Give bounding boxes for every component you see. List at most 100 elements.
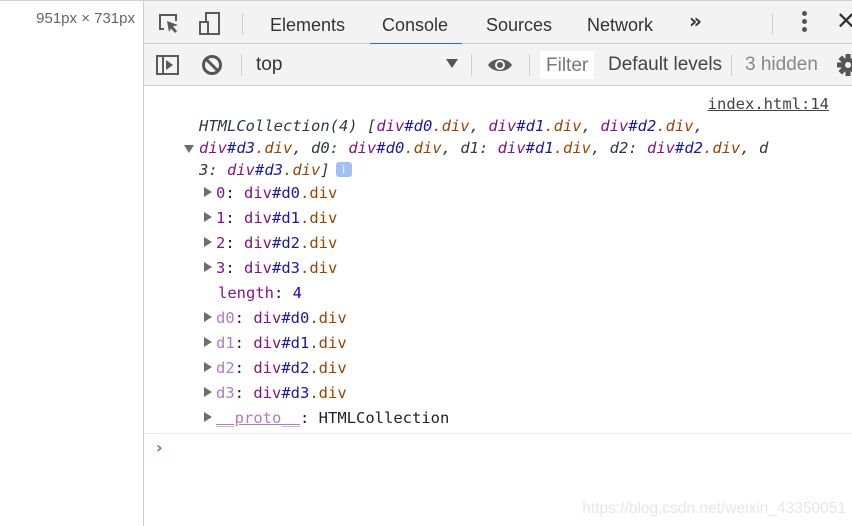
node-class: .div [309, 359, 347, 377]
node-class: .div [300, 234, 338, 252]
summary-tag: div [348, 139, 377, 157]
summary-tag: div [199, 139, 227, 157]
log-summary-line[interactable]: 3: div#d3.div] i [199, 159, 352, 181]
close-icon[interactable]: ✕ [836, 7, 852, 35]
summary-id: #d3 [255, 161, 283, 179]
collection-label: HTMLCollection(4) [ [199, 117, 377, 135]
tree-item[interactable]: 0: div#d0.div [204, 182, 337, 204]
tree-item[interactable]: 2: div#d2.div [204, 232, 337, 254]
tree-item[interactable]: d1: div#d1.div [204, 332, 347, 354]
proto-value: HTMLCollection [318, 409, 450, 427]
node-id: #d0 [272, 184, 301, 202]
clear-console-icon[interactable] [200, 53, 226, 79]
summary-tag: div [376, 117, 405, 135]
tab-network[interactable]: Network [587, 1, 653, 44]
node-tag: div [253, 359, 282, 377]
message-divider [144, 433, 852, 434]
tab-sources[interactable]: Sources [486, 1, 552, 44]
tab-elements[interactable]: Elements [270, 1, 345, 44]
property-key: 1 [216, 209, 226, 227]
log-summary-line[interactable]: HTMLCollection(4) [div#d0.div, div#d1.di… [199, 115, 703, 137]
toolbar-divider [731, 54, 732, 76]
toolbar-divider [772, 13, 773, 35]
hidden-count: 3 hidden [745, 54, 818, 75]
tree-item[interactable]: 1: div#d1.div [204, 207, 337, 229]
expand-triangle-icon[interactable] [204, 312, 212, 322]
info-icon[interactable]: i [335, 162, 352, 177]
property-key: d0 [216, 309, 235, 327]
node-tag: div [253, 384, 282, 402]
devtools-tabbar: Elements Console Sources Network » ✕ [144, 0, 852, 45]
sidebar-toggle-icon[interactable] [155, 53, 181, 79]
expand-triangle-icon[interactable] [204, 387, 212, 397]
summary-id: #d0 [376, 139, 405, 157]
property-key: d3 [216, 384, 235, 402]
property-key: 2 [216, 234, 226, 252]
tree-item-length: length: 4 [218, 284, 303, 302]
chevron-down-icon[interactable] [446, 59, 458, 68]
summary-class: .div [544, 117, 582, 135]
summary-class: .div [404, 139, 442, 157]
collapse-triangle-icon[interactable] [184, 145, 194, 153]
tree-item[interactable]: d3: div#d3.div [204, 382, 347, 404]
context-select[interactable]: top [256, 54, 282, 76]
expand-triangle-icon[interactable] [204, 362, 212, 372]
summary-id: #d0 [404, 117, 433, 135]
summary-class: .div [553, 139, 591, 157]
node-class: .div [309, 384, 347, 402]
source-link[interactable]: index.html:14 [708, 95, 829, 113]
node-id: #d2 [272, 234, 301, 252]
toolbar-divider [241, 54, 242, 76]
devtools-panel: Elements Console Sources Network » ✕ top… [143, 0, 852, 526]
console-output: index.html:14 HTMLCollection(4) [div#d0.… [144, 86, 852, 526]
node-id: #d1 [281, 334, 310, 352]
summary-class: .div [656, 117, 694, 135]
node-id: #d2 [281, 359, 310, 377]
expand-triangle-icon[interactable] [204, 262, 212, 272]
summary-tag: div [488, 117, 517, 135]
device-toolbar-icon[interactable] [197, 11, 223, 37]
node-id: #d0 [281, 309, 310, 327]
expand-triangle-icon[interactable] [204, 187, 212, 197]
property-key: d2 [216, 359, 235, 377]
summary-tag: div [600, 117, 629, 135]
node-tag: div [244, 234, 273, 252]
tree-item[interactable]: d2: div#d2.div [204, 357, 347, 379]
inspect-element-icon[interactable] [156, 11, 182, 37]
summary-tag: div [227, 161, 255, 179]
expand-triangle-icon[interactable] [204, 237, 212, 247]
property-key: length [218, 284, 274, 302]
node-id: #d3 [272, 259, 301, 277]
summary-tag: div [646, 139, 675, 157]
tree-item[interactable]: d0: div#d0.div [204, 307, 347, 329]
length-value: 4 [292, 284, 303, 302]
gear-icon[interactable] [835, 52, 852, 78]
tree-item[interactable]: 3: div#d3.div [204, 257, 337, 279]
tree-item-proto[interactable]: __proto__: HTMLCollection [204, 407, 449, 429]
kebab-menu-icon[interactable] [800, 11, 808, 35]
summary-class: .div [283, 161, 321, 179]
expand-triangle-icon[interactable] [204, 212, 212, 222]
summary-class: .div [255, 139, 293, 157]
toolbar-divider [471, 54, 472, 76]
eye-icon[interactable] [486, 53, 512, 79]
summary-class: .div [702, 139, 741, 157]
summary-tag: div [497, 139, 526, 157]
node-tag: div [244, 259, 273, 277]
node-tag: div [253, 334, 282, 352]
expand-triangle-icon[interactable] [204, 412, 212, 422]
property-key: 3 [216, 259, 226, 277]
tab-console[interactable]: Console [369, 1, 463, 45]
property-key: 0 [216, 184, 226, 202]
log-levels-dropdown[interactable]: Default levels [608, 54, 722, 76]
log-summary-line[interactable]: div#d3.div, d0: div#d0.div, d1: div#d1.d… [199, 137, 768, 159]
node-class: .div [309, 334, 347, 352]
node-tag: div [244, 184, 273, 202]
expand-triangle-icon[interactable] [204, 337, 212, 347]
property-key: d1 [216, 334, 235, 352]
summary-id: #d1 [525, 139, 554, 157]
console-prompt-icon[interactable]: › [156, 438, 163, 457]
filter-input[interactable]: Filter [540, 51, 594, 79]
summary-id: #d1 [516, 117, 545, 135]
more-tabs-icon[interactable]: » [689, 9, 702, 33]
